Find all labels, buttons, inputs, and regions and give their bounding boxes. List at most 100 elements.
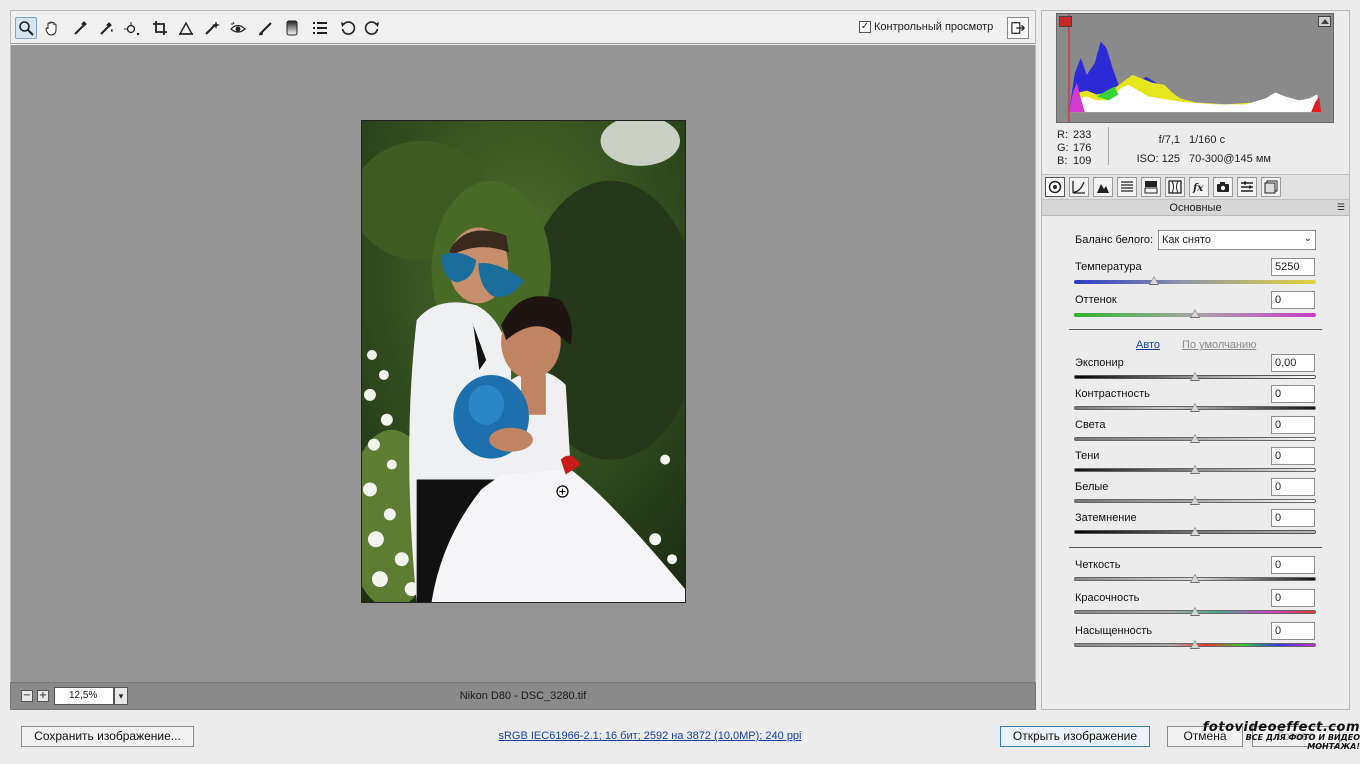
vibrance-thumb[interactable] <box>1190 607 1200 616</box>
watermark: fotovideoeffect.com ВСЕ ДЛЯ ФОТО И ВИДЕО… <box>1192 720 1360 751</box>
rotate-right-icon[interactable] <box>361 17 383 39</box>
shadows-thumb[interactable] <box>1190 465 1200 474</box>
temperature-field[interactable]: 5250 <box>1271 258 1315 276</box>
shadows-slider[interactable] <box>1074 465 1316 474</box>
exposure-thumb[interactable] <box>1190 372 1200 381</box>
open-image-button[interactable]: Открыть изображение <box>1000 726 1150 747</box>
tint-slider[interactable] <box>1074 309 1316 318</box>
panel-title: Основные ☰ <box>1042 200 1349 216</box>
clarity-thumb[interactable] <box>1190 574 1200 583</box>
spot-removal-icon[interactable] <box>201 17 223 39</box>
lens: 70-300@145 мм <box>1189 153 1271 165</box>
whites-field[interactable]: 0 <box>1271 478 1315 496</box>
clarity-slider[interactable] <box>1074 574 1316 583</box>
readout-divider <box>1108 127 1109 165</box>
tint-label: Оттенок <box>1075 294 1117 306</box>
shadow-clipping-toggle[interactable] <box>1059 16 1072 27</box>
tint-thumb[interactable] <box>1190 309 1200 318</box>
saturation-field[interactable]: 0 <box>1271 622 1315 640</box>
fullscreen-toggle-icon[interactable] <box>1007 17 1029 39</box>
preview-label: Контрольный просмотр <box>874 21 994 33</box>
rgb-readout: R: 233 G: 176 B: 109 <box>1057 129 1091 168</box>
exposure-label: Экспонир <box>1075 357 1124 369</box>
shadows-field[interactable]: 0 <box>1271 447 1315 465</box>
default-link[interactable]: По умолчанию <box>1182 339 1256 351</box>
preview-image <box>361 120 686 603</box>
tone-curve-tab-icon[interactable] <box>1069 177 1089 197</box>
red-eye-icon[interactable] <box>227 17 249 39</box>
auto-link[interactable]: Авто <box>1136 339 1160 351</box>
targeted-adjustment-icon[interactable] <box>121 17 143 39</box>
graduated-filter-icon[interactable] <box>281 17 303 39</box>
preview-canvas[interactable] <box>10 45 1036 682</box>
blacks-field[interactable]: 0 <box>1271 509 1315 527</box>
temperature-slider[interactable] <box>1074 276 1316 285</box>
temperature-thumb[interactable] <box>1148 276 1159 285</box>
rotate-left-icon[interactable] <box>337 17 359 39</box>
hsl-tab-icon[interactable] <box>1117 177 1137 197</box>
aperture: f/7,1 <box>1158 134 1180 146</box>
contrast-label: Контрастность <box>1075 388 1150 400</box>
white-balance-icon[interactable] <box>69 17 91 39</box>
svg-text:fx: fx <box>1192 183 1204 194</box>
r-label: R: <box>1057 129 1068 141</box>
watermark-tagline: ВСЕ ДЛЯ ФОТО И ВИДЕО МОНТАЖА! <box>1245 733 1360 751</box>
highlights-thumb[interactable] <box>1190 434 1200 443</box>
blacks-label: Затемнение <box>1075 512 1137 524</box>
preferences-icon[interactable] <box>309 17 331 39</box>
saturation-label: Насыщенность <box>1075 625 1153 637</box>
adjustment-brush-icon[interactable] <box>255 17 277 39</box>
snapshots-tab-icon[interactable] <box>1261 177 1281 197</box>
clarity-label: Четкость <box>1075 559 1121 571</box>
file-name: Nikon D80 - DSC_3280.tif <box>459 690 587 702</box>
panel-menu-icon[interactable]: ☰ <box>1337 200 1345 216</box>
split-toning-tab-icon[interactable] <box>1141 177 1161 197</box>
b-value: 109 <box>1073 155 1092 167</box>
camera-calibration-tab-icon[interactable] <box>1213 177 1233 197</box>
shutter-speed: 1/160 с <box>1189 134 1226 146</box>
highlights-label: Света <box>1075 419 1106 431</box>
lens-corrections-tab-icon[interactable] <box>1165 177 1185 197</box>
g-value: 176 <box>1073 142 1092 154</box>
b-label: B: <box>1057 155 1068 167</box>
highlights-slider[interactable] <box>1074 434 1316 443</box>
status-bar: − + 12,5% ▾ Nikon D80 - DSC_3280.tif <box>10 682 1036 710</box>
preview-checkbox[interactable]: ✓ <box>859 21 871 33</box>
saturation-slider[interactable] <box>1074 640 1316 649</box>
straighten-icon[interactable] <box>175 17 197 39</box>
blacks-slider[interactable] <box>1074 527 1316 536</box>
detail-tab-icon[interactable] <box>1093 177 1113 197</box>
saturation-thumb[interactable] <box>1190 640 1200 649</box>
white-balance-select[interactable]: Как снято ⌄ <box>1158 230 1316 250</box>
basic-tab-icon[interactable] <box>1045 177 1065 197</box>
effects-tab-icon[interactable]: fx <box>1189 177 1209 197</box>
color-sampler-icon[interactable] <box>95 17 117 39</box>
blacks-thumb[interactable] <box>1190 527 1200 536</box>
highlights-field[interactable]: 0 <box>1271 416 1315 434</box>
vibrance-label: Красочность <box>1075 592 1140 604</box>
tint-field[interactable]: 0 <box>1271 291 1315 309</box>
vibrance-field[interactable]: 0 <box>1271 589 1315 607</box>
zoom-cursor-icon <box>556 485 569 498</box>
contrast-field[interactable]: 0 <box>1271 385 1315 403</box>
iso: ISO: 125 <box>1136 153 1180 165</box>
exposure-slider[interactable] <box>1074 372 1316 381</box>
whites-slider[interactable] <box>1074 496 1316 505</box>
highlight-clipping-toggle[interactable] <box>1318 16 1331 27</box>
vibrance-slider[interactable] <box>1074 607 1316 616</box>
chevron-down-icon: ⌄ <box>1303 233 1312 244</box>
panel-tabs: fx <box>1042 174 1349 200</box>
whites-thumb[interactable] <box>1190 496 1200 505</box>
presets-tab-icon[interactable] <box>1237 177 1257 197</box>
preview-toggle[interactable]: ✓ Контрольный просмотр <box>859 21 993 33</box>
contrast-slider[interactable] <box>1074 403 1316 412</box>
exif-info: f/7,1 1/160 с ISO: 125 70-300@145 мм <box>1132 131 1271 169</box>
crop-icon[interactable] <box>149 17 171 39</box>
zoom-icon[interactable] <box>15 17 37 39</box>
hand-icon[interactable] <box>41 17 63 39</box>
exposure-field[interactable]: 0,00 <box>1271 354 1315 372</box>
contrast-thumb[interactable] <box>1190 403 1200 412</box>
clarity-field[interactable]: 0 <box>1271 556 1315 574</box>
temperature-label: Температура <box>1075 261 1142 273</box>
shadows-label: Тени <box>1075 450 1100 462</box>
